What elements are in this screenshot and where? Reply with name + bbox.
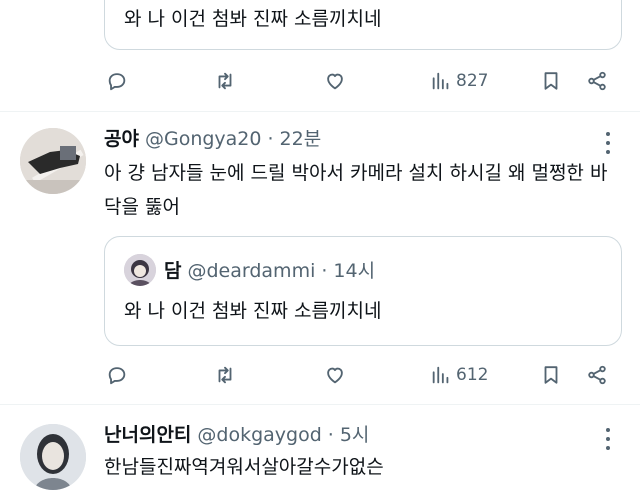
avatar-image [20,128,86,194]
tweet-text: 한남들진짜역겨워서살아갈수가없슨 [104,456,384,478]
reply-button[interactable] [106,70,128,92]
tweet-text: 아 걍 남자들 눈에 드릴 박아서 카메라 설치 하시길 왜 멀쩡한 바닥을 뚫… [104,162,608,218]
separator-dot: · [321,260,328,282]
share-icon [588,365,606,385]
bookmark-icon [544,366,558,384]
quoted-tweet-card[interactable] [104,236,622,346]
views-count: 827 [456,71,489,91]
more-icon [606,428,610,432]
bookmark-button[interactable] [540,364,562,386]
share-button[interactable] [586,364,608,386]
retweet-icon [218,366,232,384]
quoted-tweet-text: 와 나 이건 첨봐 진짜 소름끼치네 [124,300,382,322]
display-name[interactable]: 난너의안티 [104,420,191,447]
retweet-icon [218,72,232,90]
reply-icon [108,73,126,91]
share-icon [588,71,606,91]
like-button[interactable] [324,70,346,92]
views-button[interactable]: 612 [430,364,488,386]
timestamp[interactable]: 22분 [280,124,322,151]
views-icon [432,72,449,90]
like-icon [327,367,343,384]
display-name[interactable]: 공야 [104,124,139,151]
quote-avatar[interactable] [124,254,156,286]
divider [0,404,640,405]
quote-header: 담 @deardammi · 14시 [164,256,375,283]
divider [0,111,640,112]
views-count: 612 [456,365,489,385]
separator-dot: · [327,424,334,446]
avatar[interactable] [20,128,86,194]
handle[interactable]: @Gongya20 [145,128,262,150]
tweet-header: 난너의안티 @dokgaygod · 5시 [104,420,369,447]
tweet-header: 공야 @Gongya20 · 22분 [104,124,321,151]
quote-handle[interactable]: @deardammi [187,260,315,282]
quote-avatar-image [124,254,156,286]
quoted-tweet-text: 와 나 이건 첨봐 진짜 소름끼치네 [124,8,382,30]
timestamp[interactable]: 5시 [340,420,370,447]
avatar[interactable] [20,424,86,490]
bookmark-button[interactable] [540,70,562,92]
retweet-button[interactable] [214,364,236,386]
retweet-button[interactable] [214,70,236,92]
like-icon [327,73,343,90]
more-icon [606,132,610,136]
like-button[interactable] [324,364,346,386]
reply-button[interactable] [106,364,128,386]
quote-timestamp[interactable]: 14시 [333,256,375,283]
share-button[interactable] [586,70,608,92]
bookmark-icon [544,72,558,90]
separator-dot: · [267,128,274,150]
avatar-image [20,424,86,490]
views-button[interactable]: 827 [430,70,488,92]
handle[interactable]: @dokgaygod [197,424,321,446]
views-icon [432,366,449,384]
quote-display-name[interactable]: 담 [164,256,181,283]
reply-icon [108,367,126,385]
